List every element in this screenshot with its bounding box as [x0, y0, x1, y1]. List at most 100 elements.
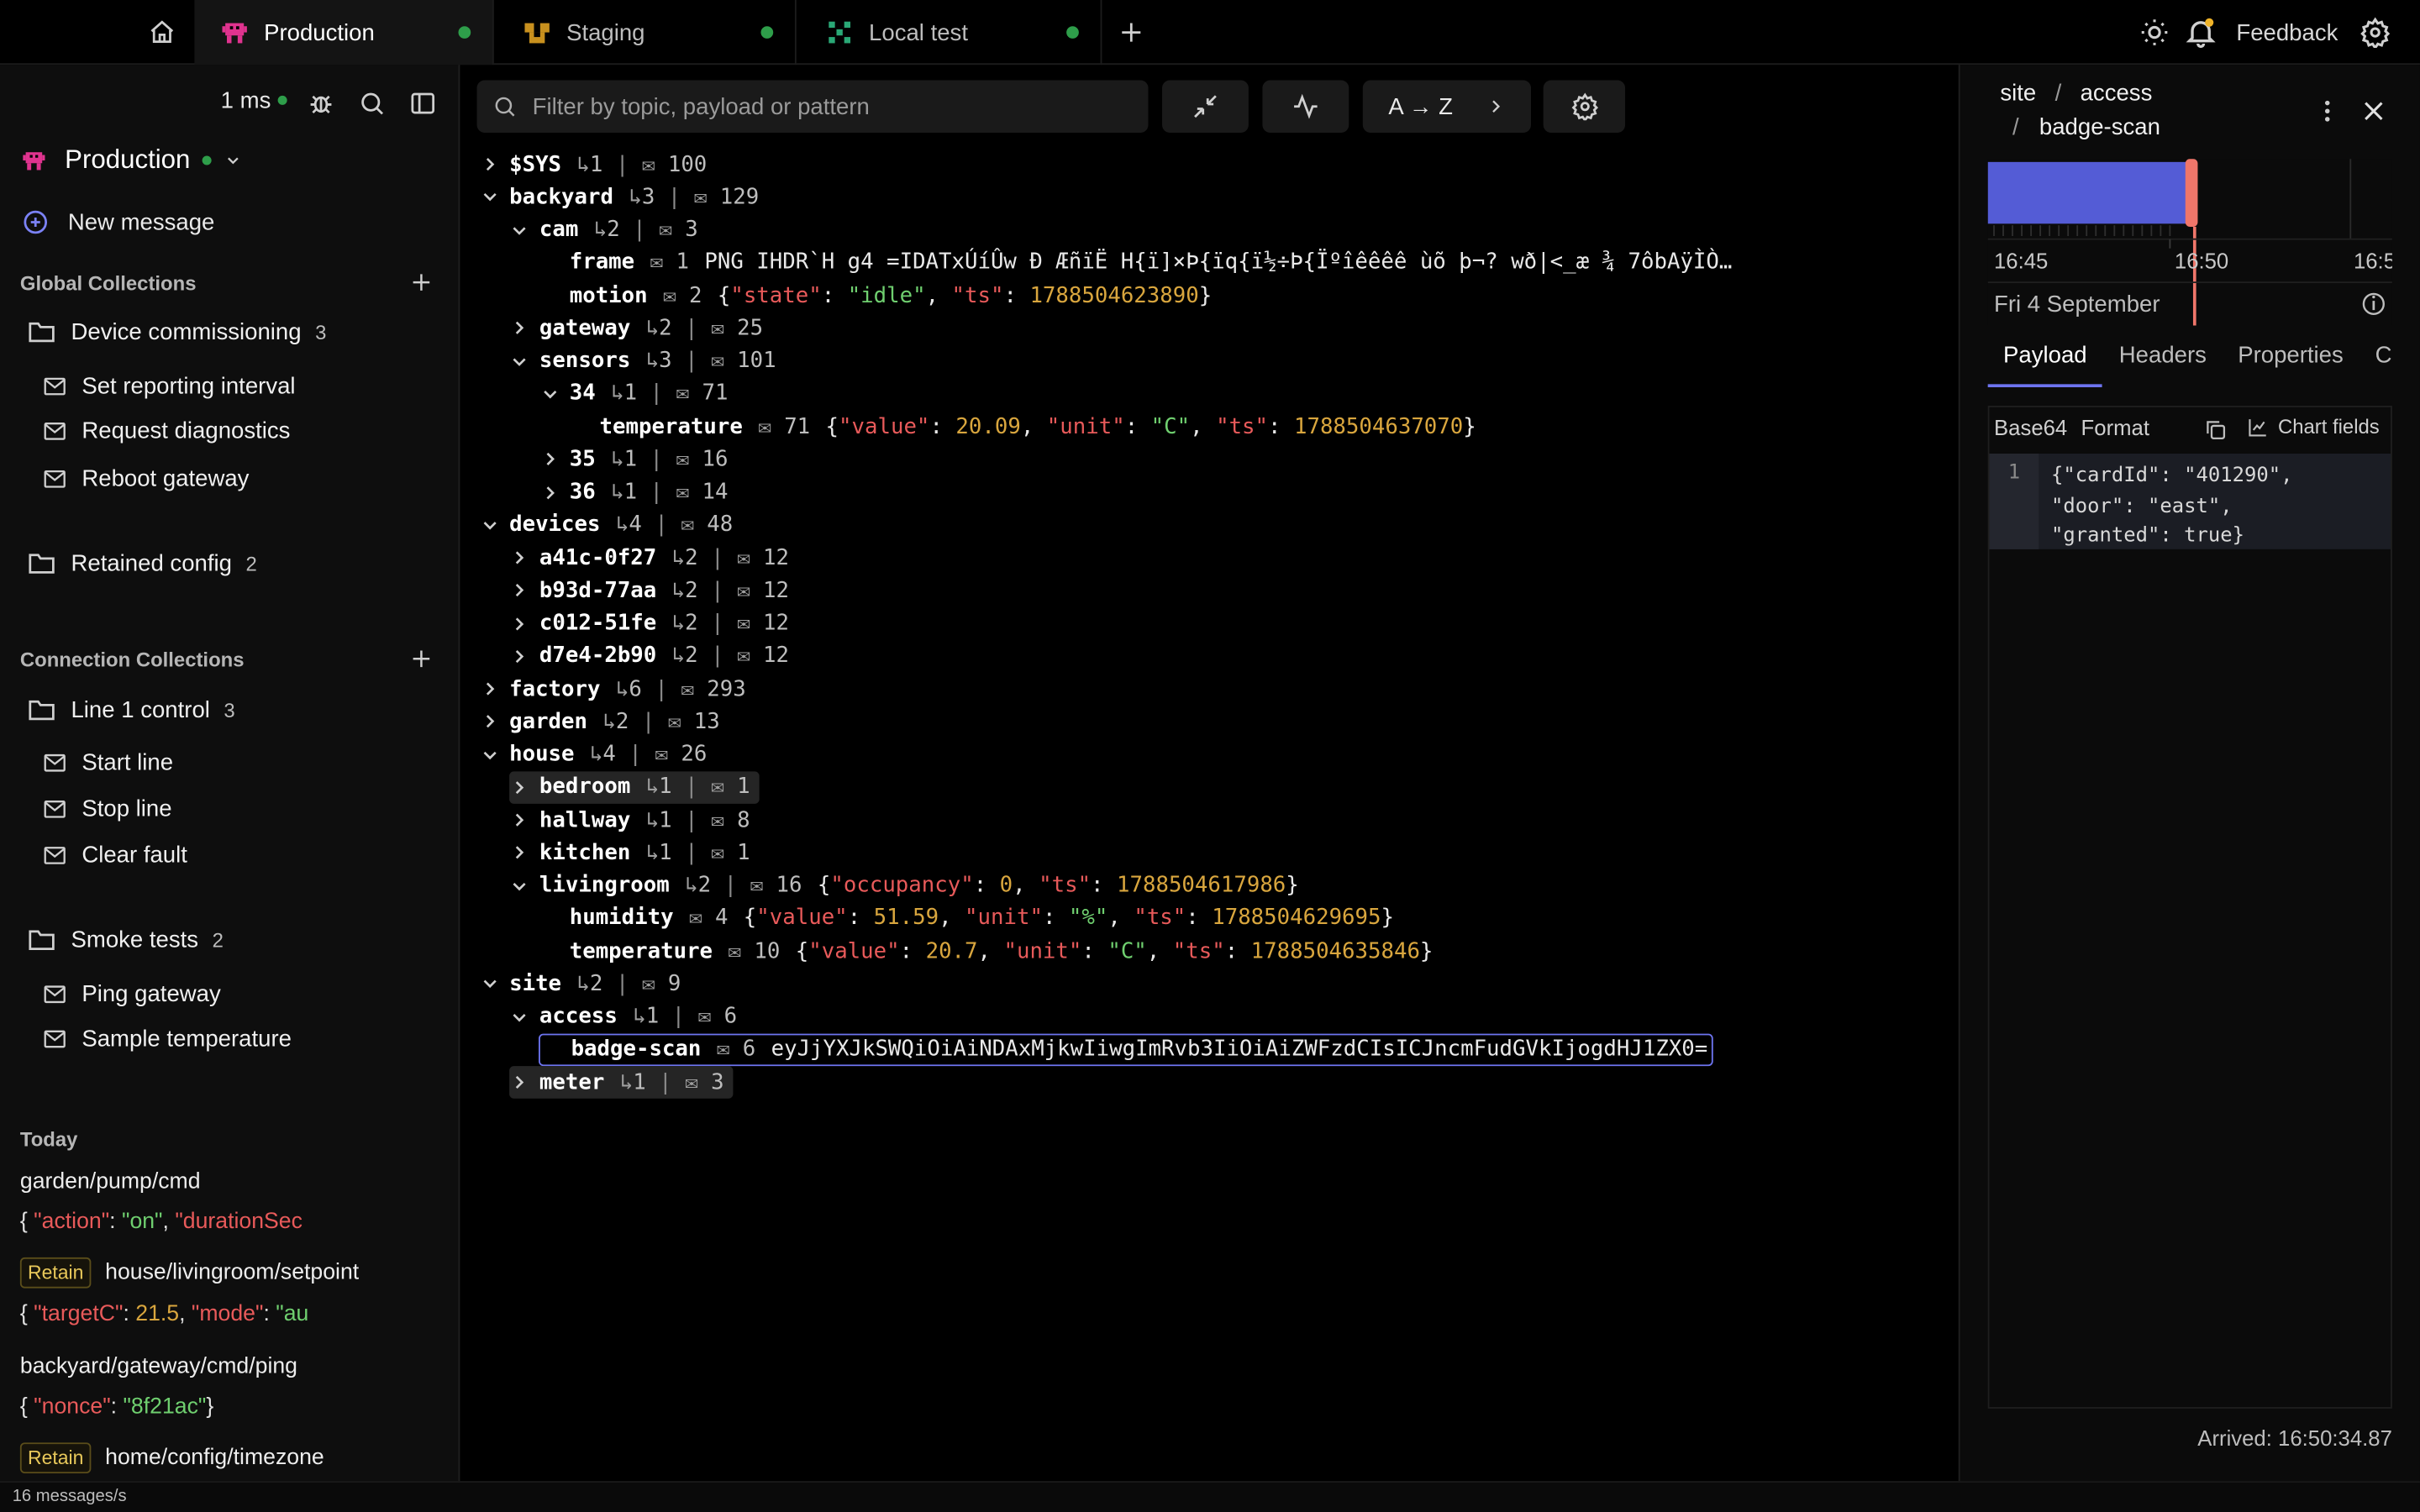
topic-node[interactable]: site ↳2 | ✉ 9 — [478, 968, 681, 1000]
chevron-right-icon[interactable] — [508, 320, 530, 337]
chevron-down-icon[interactable] — [478, 977, 500, 991]
topic-node[interactable]: kitchen ↳1 | ✉ 1 — [508, 837, 750, 869]
collection-message[interactable]: Ping gateway — [43, 975, 221, 1012]
collection-message[interactable]: Set reporting interval — [43, 367, 296, 404]
tab-staging[interactable]: Staging — [497, 0, 797, 66]
collection-message[interactable]: Clear fault — [43, 836, 187, 873]
base64-label[interactable]: Base64 — [1994, 415, 2067, 439]
topic-node[interactable]: a41c-0f27 ↳2 | ✉ 12 — [508, 542, 789, 575]
history-item-topic[interactable]: garden/pump/cmd — [20, 1169, 201, 1194]
chevron-down-icon[interactable] — [539, 387, 560, 402]
collection-folder[interactable]: Retained config 2 — [28, 544, 257, 581]
collapse-all-button[interactable] — [1162, 80, 1249, 133]
home-button[interactable] — [136, 14, 188, 51]
topic-node[interactable]: humidity ✉ 4 {"value": 51.59, "unit": "%",… — [539, 902, 1394, 935]
add-global-collection-button[interactable] — [404, 265, 438, 299]
chevron-down-icon[interactable] — [508, 354, 530, 369]
topic-filter[interactable] — [476, 80, 1149, 133]
search-button[interactable] — [354, 85, 391, 122]
chevron-right-icon[interactable] — [508, 811, 530, 828]
topic-node[interactable]: factory ↳6 | ✉ 293 — [478, 673, 746, 706]
collection-folder[interactable]: Line 1 control 3 — [28, 691, 235, 728]
chevron-right-icon[interactable] — [539, 451, 560, 468]
chevron-right-icon[interactable] — [508, 549, 530, 566]
collection-message[interactable]: Reboot gateway — [43, 459, 249, 496]
activity-button[interactable] — [1262, 80, 1349, 133]
chevron-right-icon[interactable] — [508, 648, 530, 664]
tab-overflow[interactable]: C — [2375, 343, 2392, 369]
chevron-down-icon[interactable] — [508, 1010, 530, 1024]
message-timeline[interactable]: 16:45 16:50 16:5 Fri 4 September — [1987, 159, 2396, 326]
topic-node[interactable]: $SYS ↳1 | ✉ 100 — [478, 148, 707, 181]
feedback-link[interactable]: Feedback — [2236, 0, 2338, 65]
tab-production[interactable]: Production — [194, 0, 494, 66]
collection-message[interactable]: Sample temperature — [43, 1020, 292, 1057]
collection-folder[interactable]: Device commissioning 3 — [28, 313, 326, 350]
chart-fields-button[interactable]: Chart fields — [2247, 415, 2380, 438]
collection-message[interactable]: Request diagnostics — [43, 412, 290, 449]
chevron-right-icon[interactable] — [508, 582, 530, 599]
topic-node[interactable]: frame ✉ 1 PNG IHDR`H g4 =IDATxÚíÛw Ð ÆñïË… — [539, 246, 1733, 279]
topic-node[interactable]: hallway ↳1 | ✉ 8 — [508, 804, 750, 837]
topic-node[interactable]: d7e4-2b90 ↳2 | ✉ 12 — [508, 640, 789, 673]
search-input[interactable] — [532, 93, 1119, 120]
topic-node[interactable]: bedroom ↳1 | ✉ 1 — [508, 770, 760, 804]
topic-node[interactable]: gateway ↳2 | ✉ 25 — [508, 312, 763, 344]
topic-node[interactable]: sensors ↳3 | ✉ 101 — [508, 345, 776, 378]
topic-node[interactable]: badge-scan ✉ 6 eyJjYXJkSWQiOiAiNDAxMjkwIiw… — [539, 1033, 1714, 1066]
topic-node[interactable]: meter ↳1 | ✉ 3 — [508, 1066, 734, 1099]
chevron-right-icon[interactable] — [478, 680, 500, 697]
more-options-button[interactable] — [2309, 92, 2346, 129]
tab-properties[interactable]: Properties — [2238, 343, 2344, 369]
payload-code[interactable]: 1 {"cardId": "401290", "door": "east", "… — [1989, 453, 2391, 549]
notifications-button[interactable] — [2184, 0, 2217, 65]
chevron-right-icon[interactable] — [539, 484, 560, 501]
new-message-button[interactable]: New message — [22, 203, 214, 240]
tree-settings-button[interactable] — [1543, 80, 1626, 133]
topic-node[interactable]: motion ✉ 2 {"state": "idle", "ts": 1788504… — [539, 279, 1212, 312]
timeline-handle[interactable] — [2185, 159, 2198, 227]
tab-local-test[interactable]: Local test — [799, 0, 1102, 66]
add-tab-button[interactable] — [1111, 14, 1151, 51]
chevron-right-icon[interactable] — [508, 615, 530, 632]
chevron-right-icon[interactable] — [508, 779, 530, 795]
close-panel-button[interactable] — [2355, 92, 2392, 129]
chevron-right-icon[interactable] — [478, 156, 500, 173]
chevron-down-icon[interactable] — [478, 518, 500, 533]
settings-button[interactable] — [2360, 0, 2391, 65]
theme-toggle[interactable] — [2139, 0, 2170, 65]
topic-node[interactable]: backyard ↳3 | ✉ 129 — [478, 181, 759, 213]
topic-node[interactable]: temperature ✉ 71 {"value": 20.09, "unit": … — [569, 411, 1476, 444]
format-label[interactable]: Format — [2081, 415, 2149, 439]
topic-node[interactable]: 36 ↳1 | ✉ 14 — [539, 476, 728, 509]
topic-node[interactable]: cam ↳2 | ✉ 3 — [508, 213, 698, 246]
chevron-down-icon[interactable] — [508, 223, 530, 237]
collection-folder[interactable]: Smoke tests 2 — [28, 921, 224, 958]
history-item-topic[interactable]: Retain house/livingroom/setpoint — [19, 1257, 359, 1289]
breadcrumb-item[interactable]: access — [2081, 81, 2153, 107]
chevron-right-icon[interactable] — [478, 713, 500, 730]
chevron-right-icon[interactable] — [508, 1074, 530, 1090]
history-item-topic[interactable]: backyard/gateway/cmd/ping — [20, 1355, 297, 1379]
toggle-sidebar-button[interactable] — [404, 85, 441, 122]
topic-node[interactable]: 35 ↳1 | ✉ 16 — [539, 444, 728, 476]
breadcrumb-item[interactable]: badge-scan — [2039, 114, 2160, 140]
add-connection-collection-button[interactable] — [404, 642, 438, 675]
topic-node[interactable]: temperature ✉ 10 {"value": 20.7, "unit": "… — [539, 935, 1434, 968]
breadcrumb-item[interactable]: site — [2000, 81, 2036, 107]
topic-node[interactable]: 34 ↳1 | ✉ 71 — [539, 378, 728, 411]
topic-node[interactable]: devices ↳4 | ✉ 48 — [478, 509, 733, 542]
history-item-topic[interactable]: Retain home/config/timezone — [19, 1442, 324, 1474]
topic-node[interactable]: access ↳1 | ✉ 6 — [508, 1000, 737, 1033]
tab-headers[interactable]: Headers — [2119, 343, 2207, 369]
connection-selector[interactable]: Production — [22, 142, 243, 179]
topic-node[interactable]: b93d-77aa ↳2 | ✉ 12 — [508, 575, 789, 607]
chevron-right-icon[interactable] — [508, 844, 530, 861]
chevron-down-icon[interactable] — [508, 879, 530, 893]
collection-message[interactable]: Start line — [43, 743, 173, 780]
tab-payload[interactable]: Payload — [2003, 343, 2087, 369]
topic-node[interactable]: house ↳4 | ✉ 26 — [478, 738, 707, 771]
topic-node[interactable]: c012-51fe ↳2 | ✉ 12 — [508, 607, 789, 640]
topic-node[interactable]: livingroom ↳2 | ✉ 16 {"occupancy": 0, "ts"… — [508, 869, 1299, 902]
sort-button[interactable]: A → Z — [1362, 80, 1532, 133]
